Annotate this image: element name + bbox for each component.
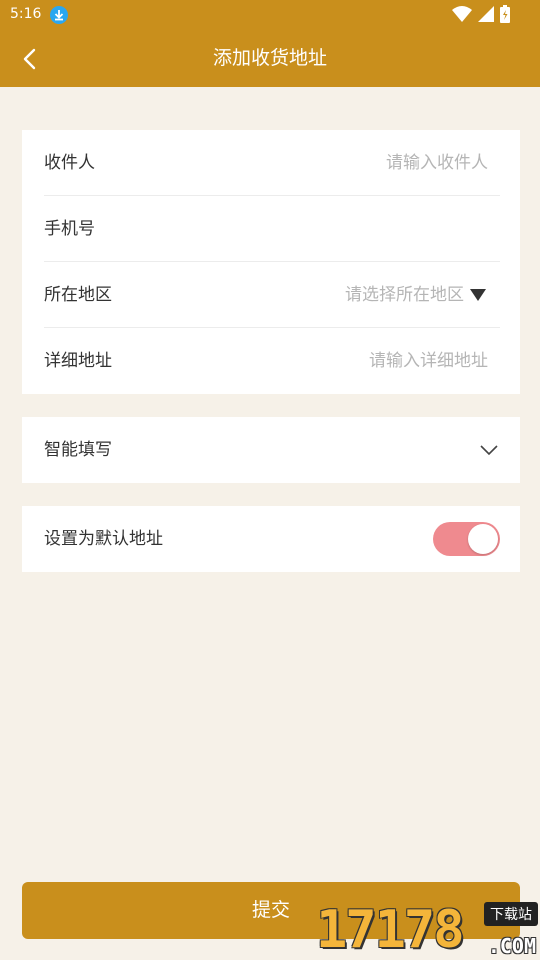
region-row[interactable]: 所在地区 请选择所在地区 [44, 262, 500, 328]
detail-address-input[interactable] [248, 346, 488, 376]
recipient-label: 收件人 [44, 153, 95, 173]
chevron-down-icon[interactable] [478, 439, 500, 461]
app-header: 5:16 添加收货地址 [0, 0, 540, 87]
default-address-card: 设置为默认地址 [22, 506, 520, 572]
smart-fill-row[interactable]: 智能填写 [44, 417, 500, 483]
address-form-card: 收件人 手机号 所在地区 请选择所在地区 详细地址 [22, 130, 520, 394]
phone-input[interactable] [248, 214, 488, 244]
status-icons [452, 5, 510, 23]
download-icon [50, 6, 68, 24]
region-label: 所在地区 [44, 285, 112, 305]
detail-address-row: 详细地址 [44, 328, 500, 394]
battery-icon [500, 5, 510, 23]
smart-fill-label: 智能填写 [44, 440, 112, 460]
status-bar: 5:16 [0, 0, 540, 30]
region-select-placeholder[interactable]: 请选择所在地区 [345, 262, 464, 328]
back-button[interactable] [14, 42, 48, 76]
wifi-icon [452, 6, 472, 22]
watermark-tag: 下载站 [484, 902, 538, 926]
phone-label: 手机号 [44, 219, 95, 239]
chevron-left-icon [23, 48, 36, 70]
status-time: 5:16 [10, 6, 42, 22]
cell-signal-icon [478, 6, 494, 22]
recipient-row: 收件人 [44, 130, 500, 196]
default-address-toggle[interactable] [433, 522, 500, 556]
default-address-label: 设置为默认地址 [44, 529, 163, 549]
page-title: 添加收货地址 [212, 47, 327, 69]
phone-row: 手机号 [44, 196, 500, 262]
smart-fill-card[interactable]: 智能填写 [22, 417, 520, 483]
caret-down-icon[interactable] [470, 289, 486, 301]
site-watermark: 17178 下载站 .COM [316, 900, 540, 960]
recipient-input[interactable] [248, 148, 488, 178]
watermark-number: 17178 [316, 900, 465, 960]
detail-address-label: 详细地址 [44, 351, 112, 371]
watermark-domain: .COM [487, 934, 536, 958]
toggle-knob [468, 524, 498, 554]
default-address-row: 设置为默认地址 [44, 506, 500, 572]
nav-bar: 添加收货地址 [0, 30, 540, 87]
